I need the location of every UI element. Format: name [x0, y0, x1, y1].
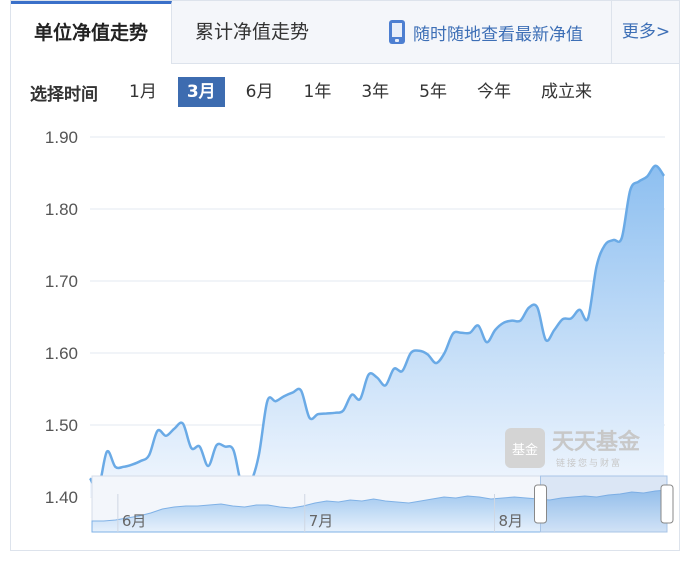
navigator-selection[interactable] [540, 475, 668, 533]
range-navigator[interactable]: 6月 7月 8月 [91, 475, 674, 533]
y-tick-label: 1.60 [45, 344, 78, 363]
y-tick-label: 1.90 [45, 128, 78, 147]
watermark-brand: 天天基金 [552, 429, 641, 455]
navigator-month-label: 8月 [499, 512, 524, 530]
navigator-left-handle[interactable] [534, 484, 547, 524]
navigator-month-label: 7月 [309, 512, 334, 530]
y-tick-label: 1.70 [45, 272, 78, 291]
navigator-right-handle[interactable] [660, 484, 674, 524]
watermark-slogan: 链接您与财富 [556, 457, 622, 469]
nav-area-chart: 1.901.801.701.601.501.40 基金 天天基金 链接您与财富 … [45, 128, 674, 533]
navigator-month-label: 6月 [122, 512, 147, 530]
watermark-badge: 基金 [512, 442, 538, 458]
y-tick-label: 1.80 [45, 200, 78, 219]
watermark-logo: 基金 天天基金 链接您与财富 [505, 428, 641, 469]
y-tick-label: 1.40 [45, 488, 78, 507]
y-tick-label: 1.50 [45, 416, 78, 435]
